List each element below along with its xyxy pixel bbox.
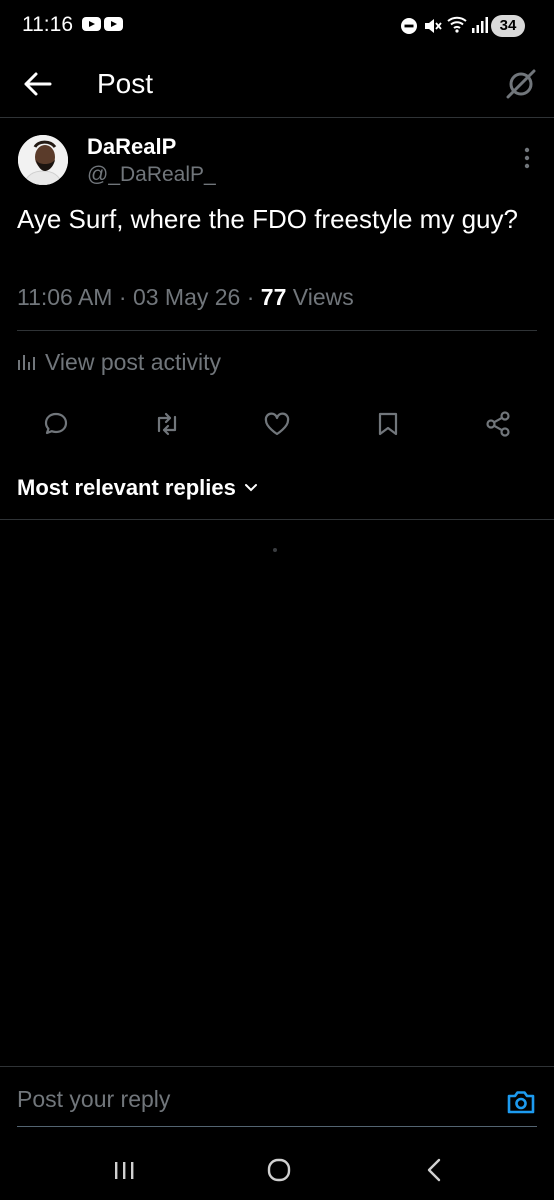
divider [0,519,554,520]
replies-sort-dropdown[interactable]: Most relevant replies [17,473,258,503]
top-app-bar: Post [0,52,554,118]
youtube-notification-icon [82,17,101,31]
arrow-left-icon[interactable] [20,68,56,100]
reply-icon [44,412,68,435]
chevron-down-icon [244,484,257,492]
avatar-image [18,135,68,185]
grok-icon[interactable] [503,66,539,102]
sort-label: Most relevant replies [17,475,236,500]
avatar[interactable] [18,135,68,185]
signal-icon [472,17,488,33]
wifi-icon [447,16,467,33]
youtube-notification-icon [104,17,123,31]
post-text: Aye Surf, where the FDO freestyle my guy… [17,204,518,234]
status-time: 11:16 [22,13,73,36]
views-count[interactable]: 77 [261,284,287,310]
camera-icon[interactable] [505,1086,537,1118]
reply-button[interactable] [34,402,78,446]
mute-icon [425,19,442,33]
post-meta: 11:06 AM · 03 May 26 · 77 Views [17,284,354,310]
views-label[interactable]: Views [293,284,354,310]
heart-icon [264,412,290,436]
reply-input-underline [17,1126,537,1127]
author-name[interactable]: DaRealP [87,134,176,160]
system-navigation-bar [0,1140,554,1200]
share-icon [486,411,510,437]
more-vertical-icon[interactable] [517,143,537,173]
bookmark-icon [378,412,398,436]
repost-icon [157,412,177,436]
activity-label: View post activity [45,348,221,375]
repost-button[interactable] [145,402,189,446]
like-button[interactable] [255,402,299,446]
do-not-disturb-icon [401,18,417,34]
page-title: Post [97,68,154,99]
post-date: 03 May 26 [132,284,241,310]
back-nav-icon[interactable] [414,1154,454,1186]
bookmark-button[interactable] [366,402,410,446]
share-button[interactable] [476,402,520,446]
status-bar: 11:16 34 [0,0,554,52]
bar-chart-icon [18,355,35,370]
divider [17,330,537,331]
view-post-activity[interactable]: View post activity [17,347,221,377]
battery-indicator: 34 [491,15,525,37]
loading-indicator [273,548,277,552]
author-handle[interactable]: @_DaRealP_ [87,163,216,187]
home-icon[interactable] [259,1154,299,1186]
reply-input[interactable]: Post your reply [17,1086,170,1113]
recent-apps-icon[interactable] [104,1154,144,1186]
action-bar [0,402,554,446]
divider [0,1066,554,1067]
post-time: 11:06 AM [17,284,113,310]
